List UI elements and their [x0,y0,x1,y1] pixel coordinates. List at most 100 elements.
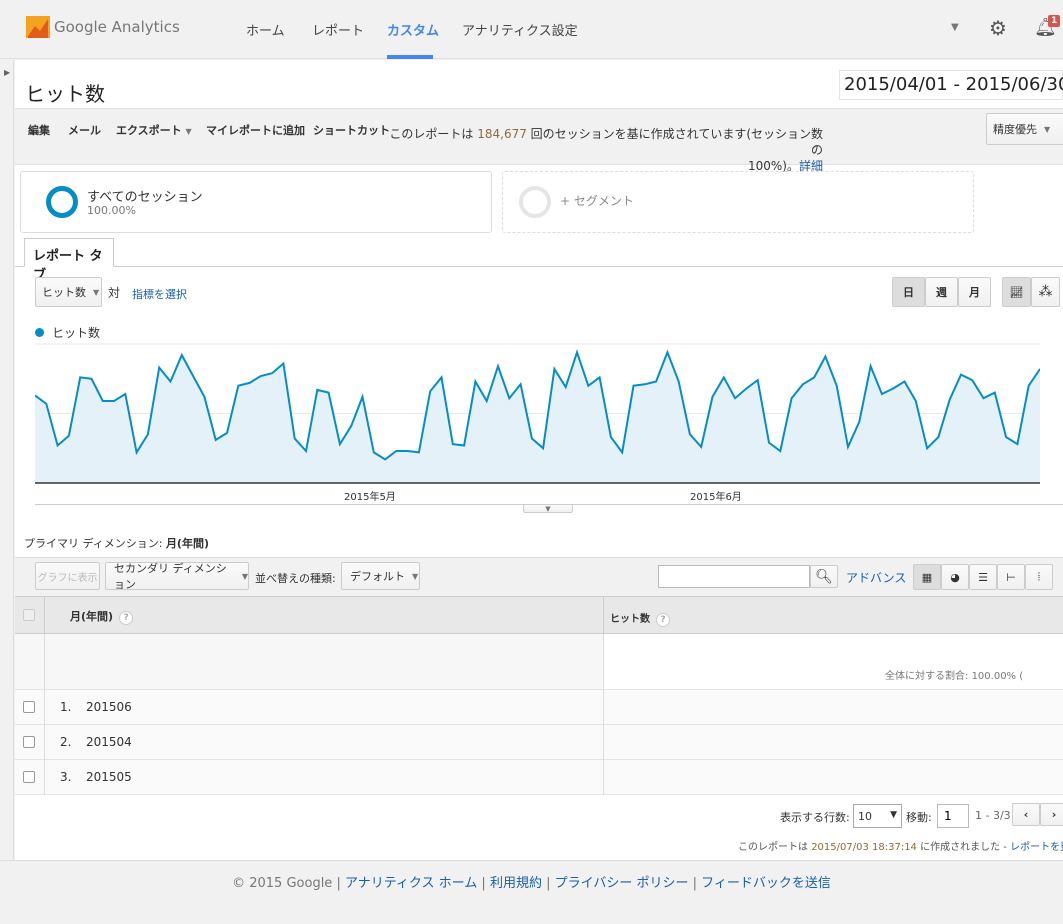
empty-segment-icon [519,186,551,218]
row-checkbox[interactable] [23,771,35,783]
nav-custom[interactable]: カスタム [387,20,439,39]
performance-view-button[interactable]: ☰ [969,564,997,590]
row-index: 3. [60,770,72,784]
row-checkbox[interactable] [23,736,35,748]
primary-dimension: プライマリ ディメンション: 月(年間) [24,537,209,550]
precision-dropdown[interactable]: 精度優先 ▼ [986,113,1063,145]
metric-dropdown[interactable]: ヒット数 ▼ [35,277,102,307]
tab-report[interactable]: レポート タブ [24,238,114,283]
help-icon[interactable]: ? [119,611,134,625]
add-segment-label: + セグメント [560,194,634,208]
period-week-button[interactable]: 週 [925,277,958,307]
goto-page-input[interactable] [937,804,969,828]
period-toggle: 日 週 月 [892,277,991,307]
legend-dot-icon [35,328,44,337]
table-view-toggle: ▦ ◕ ☰ ⊢ ⦙ [913,564,1053,590]
comparison-view-button[interactable]: ⊢ [997,564,1025,590]
segment-all-sessions[interactable]: すべてのセッション 100.00% [20,171,492,233]
search-icon: 🔍︎ [815,568,833,585]
date-range-picker[interactable]: 2015/04/01 - 2015/06/30 ▼ [839,70,1063,100]
footer: © 2015 Google | アナリティクス ホーム | 利用規約 | プライ… [0,860,1063,906]
primary-dimension-value[interactable]: 月(年間) [166,537,209,550]
pivot-icon: ⦙ [1037,570,1041,583]
sampling-notice: このレポートは 184,677 回のセッションを基に作成されています(セッション… [389,127,823,173]
select-all-checkbox[interactable] [23,609,35,621]
line-chart-button[interactable]: 📈︎ [1002,277,1031,307]
shortcut-button[interactable]: ショートカット [313,122,390,138]
table-row[interactable]: 2. 201504 [15,725,1063,760]
hits-line-chart[interactable] [35,340,1040,485]
nav-home[interactable]: ホーム [246,20,285,39]
pie-view-button[interactable]: ◕ [941,564,969,590]
goto-label: 移動: [906,811,932,824]
segment-pct: 100.00% [87,204,136,217]
analytics-logo-icon [26,16,50,38]
expand-sidebar-icon[interactable]: ▶ [4,68,10,77]
edit-button[interactable]: 編集 [28,122,50,138]
select-metric-link[interactable]: 指標を選択 [132,286,187,302]
logo[interactable]: Google Analytics [26,16,180,38]
email-button[interactable]: メール [68,122,101,138]
nav-admin[interactable]: アナリティクス設定 [462,20,578,39]
segment-donut-icon [46,186,78,218]
page-title: ヒット数 [25,82,105,106]
next-page-button[interactable]: › [1040,803,1063,826]
pivot-view-button[interactable]: ⦙ [1025,564,1053,590]
account-dropdown-icon[interactable]: ▼ [951,22,959,33]
rows-per-page-select[interactable]: 10 ▼ [853,804,902,828]
bars-icon: ☰ [978,570,988,584]
column-header-month[interactable]: 月(年間)? [70,608,134,625]
secondary-dimension-dropdown[interactable]: セカンダリ ディメンション ▼ [105,562,249,591]
add-segment-button[interactable]: + セグメント [502,171,974,233]
grid-icon: ▦ [921,570,933,584]
row-checkbox[interactable] [23,701,35,713]
x-tick-label: 2015年5月 [344,492,396,503]
data-table-view-button[interactable]: ▦ [913,564,941,590]
sort-type-dropdown[interactable]: デフォルト ▼ [341,562,420,590]
advanced-filter-link[interactable]: アドバンス [846,569,906,586]
period-day-button[interactable]: 日 [892,277,925,307]
tab-divider [15,266,1063,267]
table-row[interactable]: 3. 201505 [15,760,1063,795]
pie-icon: ◕ [950,570,960,584]
footer-link-feedback[interactable]: フィードバックを送信 [701,876,831,891]
rows-per-page-label: 表示する行数: [780,811,850,824]
totals-row: 全体に対する割合: 100.00% ( [15,634,1063,690]
footer-link-privacy[interactable]: プライバシー ポリシー [555,876,689,891]
collapse-chart-handle[interactable]: ▼ [523,504,573,513]
motion-chart-button[interactable]: ⁂ [1031,277,1060,307]
area-fill [35,352,1040,483]
legend-label: ヒット数 [52,326,101,340]
report-created-notice: このレポートは 2015/07/03 18:37:14 に作成されました - レ… [738,838,1063,853]
copyright: © 2015 Google [232,876,333,891]
row-month[interactable]: 201506 [86,700,132,714]
footer-link-analytics-home[interactable]: アナリティクス ホーム [345,876,477,891]
search-button[interactable]: 🔍︎ [810,565,838,588]
row-index: 1. [60,700,72,714]
bubbles-icon: ⁂ [1038,284,1053,300]
column-header-hits[interactable]: ヒット数? [610,610,670,627]
export-button[interactable]: エクスポート ▼ [116,122,192,138]
table-row[interactable]: 1. 201506 [15,690,1063,725]
segment-label: すべてのセッション [87,190,203,205]
refresh-report-link[interactable]: レポートを更新 [1010,842,1063,853]
row-month[interactable]: 201504 [86,735,132,749]
period-month-button[interactable]: 月 [958,277,991,307]
add-to-dashboard-button[interactable]: マイレポートに追加 [206,122,305,138]
line-chart-icon: 📈︎ [1009,285,1024,299]
gear-icon[interactable]: ⚙ [989,16,1007,40]
footer-link-terms[interactable]: 利用規約 [490,876,542,891]
help-icon[interactable]: ? [656,613,670,627]
totals-percent: 全体に対する割合: 100.00% ( [885,671,1024,682]
table-search-input[interactable] [658,565,810,588]
sidebar-collapsed[interactable]: ▶ [0,60,14,860]
plot-rows-button[interactable]: グラフに表示 [35,562,100,590]
logo-text: Google Analytics [54,18,180,36]
prev-page-button[interactable]: ‹ [1012,803,1040,826]
comparison-icon: ⊢ [1006,570,1016,584]
x-tick-label: 2015年6月 [690,492,742,503]
page-range: 1 - 3/3 [975,809,1011,822]
active-nav-indicator [387,55,433,59]
nav-reports[interactable]: レポート [312,20,364,39]
row-month[interactable]: 201505 [86,770,132,784]
